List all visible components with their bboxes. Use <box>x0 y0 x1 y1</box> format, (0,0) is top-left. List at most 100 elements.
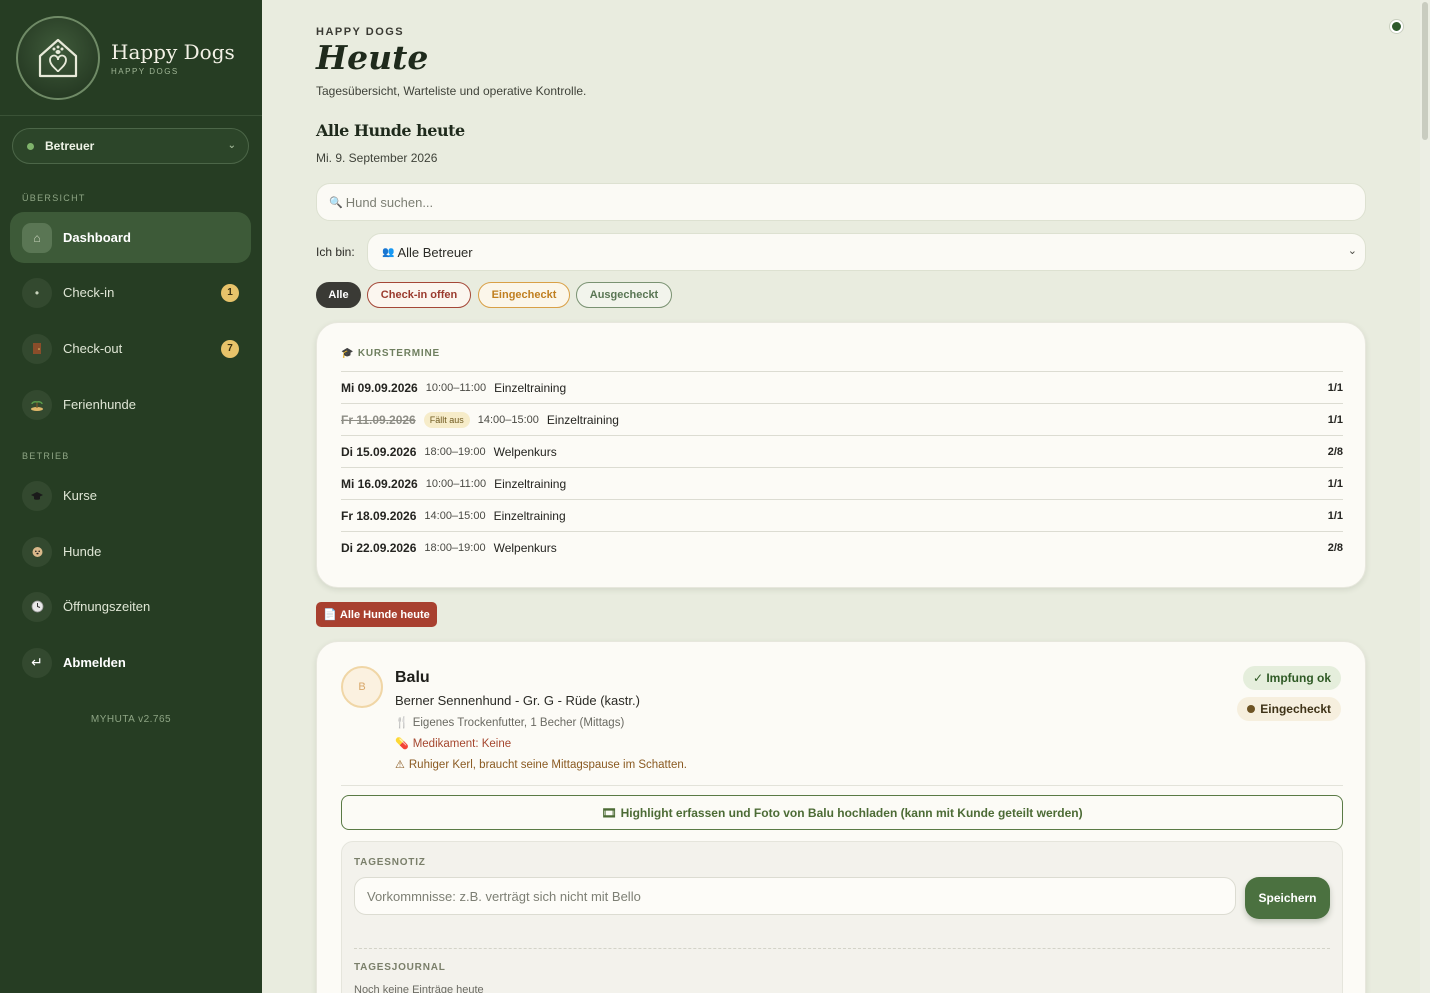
course-dates-heading: 🎓 KURSTERMINE <box>341 348 440 359</box>
page-subtitle: Tagesübersicht, Warteliste und operative… <box>316 84 587 98</box>
filter-chip-checked-in[interactable]: Eingecheckt <box>478 282 570 308</box>
scrollbar-thumb[interactable] <box>1422 2 1428 140</box>
save-button[interactable]: Speichern <box>1245 877 1330 919</box>
sidebar-item-ferienhunde[interactable]: Ferienhunde <box>10 379 251 430</box>
course-row[interactable]: Fr 11.09.2026 Fällt aus 14:00–15:00 Einz… <box>341 403 1343 435</box>
course-row[interactable]: Di 22.09.2026 18:00–19:00 Welpenkurs 2/8 <box>341 531 1343 563</box>
door-icon <box>22 333 52 364</box>
dog-search[interactable]: 🔍 <box>316 183 1366 221</box>
caretaker-filter-select[interactable]: 👥 Alle Betreuer ⌄ <box>367 233 1366 271</box>
all-dogs-today-button[interactable]: 📄 Alle Hunde heute <box>316 602 437 627</box>
scrollbar[interactable] <box>1420 0 1430 993</box>
brand-title: Happy Dogs <box>111 39 235 64</box>
sidebar-item-hunde[interactable]: Hunde <box>10 526 251 577</box>
document-icon: 📄 <box>323 609 337 621</box>
day-note-panel: TAGESNOTIZ Speichern TAGESJOURNAL Noch k… <box>341 841 1343 993</box>
course-time: 18:00–19:00 <box>424 445 486 458</box>
logo <box>16 15 100 100</box>
sidebar-item-oeffnungszeiten[interactable]: Öffnungszeiten <box>10 581 251 632</box>
current-date: Mi. 9. September 2026 <box>316 151 438 165</box>
course-row[interactable]: Mi 16.09.2026 10:00–11:00 Einzeltraining… <box>341 467 1343 499</box>
sidebar-item-label: Hunde <box>63 544 102 559</box>
dog-name: Balu <box>395 669 430 686</box>
highlight-upload-label: Highlight erfassen und Foto von Balu hoc… <box>620 805 1083 820</box>
food-info: 🍴 Eigenes Trockenfutter, 1 Becher (Mitta… <box>395 716 625 730</box>
home-icon: ⌂ <box>22 222 52 253</box>
course-date: Di 22.09.2026 <box>341 540 417 555</box>
course-time: 10:00–11:00 <box>425 477 487 490</box>
journal-empty-text: Noch keine Einträge heute <box>354 984 484 993</box>
cutlery-icon: 🍴 <box>395 717 409 729</box>
day-journal-label: TAGESJOURNAL <box>354 962 446 973</box>
sidebar-item-label: Ferienhunde <box>63 397 136 412</box>
dog-card: B Balu Berner Sennenhund - Gr. G - Rüde … <box>316 641 1366 993</box>
course-name: Welpenkurs <box>493 540 557 555</box>
avatar: B <box>341 666 383 708</box>
sidebar-item-label: Öffnungszeiten <box>63 599 151 614</box>
sidebar-item-label: Check-in <box>63 285 115 300</box>
status-badge: Eingecheckt <box>1237 697 1341 721</box>
course-count: 2/8 <box>1327 445 1343 458</box>
filter-chip-checkin-open[interactable]: Check-in offen <box>367 282 471 308</box>
clock-icon <box>22 591 52 622</box>
behavior-note: ⚠ Ruhiger Kerl, braucht seine Mittagspau… <box>395 758 687 772</box>
brand: Happy Dogs HAPPY DOGS <box>0 0 262 116</box>
island-icon <box>22 389 52 420</box>
status-dot-icon <box>1247 705 1256 713</box>
course-name: Einzeltraining <box>493 508 566 523</box>
course-row[interactable]: Fr 18.09.2026 14:00–15:00 Einzeltraining… <box>341 499 1343 531</box>
search-icon: 🔍 <box>329 196 343 209</box>
brand-subtitle: HAPPY DOGS <box>111 66 179 76</box>
course-time: 14:00–15:00 <box>477 413 539 426</box>
divider <box>354 948 1330 949</box>
version-label: MYHUTA v2.765 <box>90 714 172 725</box>
course-row[interactable]: Mi 09.09.2026 10:00–11:00 Einzeltraining… <box>341 371 1343 403</box>
sidebar-item-checkout[interactable]: Check-out 7 <box>10 323 251 374</box>
sidebar-item-checkin[interactable]: • Check-in 1 <box>10 267 251 318</box>
sidebar-item-label: Kurse <box>63 488 97 503</box>
dog-house-icon <box>38 38 78 77</box>
behavior-note-text: Ruhiger Kerl, braucht seine Mittagspause… <box>408 758 687 771</box>
medication-info: 💊 Medikament: Keine <box>395 737 511 751</box>
chevron-down-icon: ⌄ <box>227 140 236 151</box>
logout-icon: ↵ <box>22 647 52 678</box>
checkin-icon: • <box>22 277 52 308</box>
pill-icon: 💊 <box>395 738 409 750</box>
sidebar-item-kurse[interactable]: Kurse <box>10 470 251 521</box>
sidebar-item-dashboard[interactable]: ⌂ Dashboard <box>10 212 251 263</box>
sidebar-item-label: Abmelden <box>63 655 126 670</box>
sidebar-item-label: Dashboard <box>63 230 131 245</box>
film-icon: 🎞 <box>601 805 617 820</box>
course-count: 2/8 <box>1327 541 1343 554</box>
chevron-down-icon: ⌄ <box>1347 245 1357 257</box>
course-dates-heading-label: KURSTERMINE <box>357 348 440 359</box>
section-label-overview: ÜBERSICHT <box>22 193 86 203</box>
course-count: 1/1 <box>1327 381 1343 394</box>
day-note-field[interactable] <box>354 877 1236 915</box>
course-time: 10:00–11:00 <box>425 381 487 394</box>
sidebar-item-abmelden[interactable]: ↵ Abmelden <box>10 637 251 688</box>
sidebar-item-label: Check-out <box>63 341 123 356</box>
role-select[interactable]: Betreuer ⌄ <box>12 128 249 164</box>
dog-icon <box>22 536 52 567</box>
course-name: Einzeltraining <box>494 476 567 491</box>
food-text: Eigenes Trockenfutter, 1 Becher (Mittags… <box>412 716 625 729</box>
checkin-count-badge: 1 <box>221 283 239 302</box>
filter-chip-checked-out[interactable]: Ausgecheckt <box>576 282 672 308</box>
filter-chip-all[interactable]: Alle <box>316 282 361 308</box>
highlight-upload-button[interactable]: 🎞 Highlight erfassen und Foto von Balu h… <box>341 795 1343 830</box>
day-note-input[interactable] <box>367 888 1227 904</box>
main-content: HAPPY DOGS Heute Tagesübersicht, Warteli… <box>262 0 1430 993</box>
search-input[interactable] <box>345 194 1326 210</box>
course-name: Welpenkurs <box>493 444 557 459</box>
checkout-count-badge: 7 <box>221 339 239 358</box>
course-date: Di 15.09.2026 <box>341 444 417 459</box>
course-date: Mi 09.09.2026 <box>341 380 418 395</box>
caretaker-filter-value: Alle Betreuer <box>397 244 473 260</box>
course-dates-card: 🎓 KURSTERMINE Mi 09.09.2026 10:00–11:00 … <box>316 322 1366 588</box>
connection-status-icon <box>1390 20 1403 33</box>
all-dogs-today-label: Alle Hunde heute <box>339 608 430 621</box>
course-row[interactable]: Di 15.09.2026 18:00–19:00 Welpenkurs 2/8 <box>341 435 1343 467</box>
caretaker-filter-label: Ich bin: <box>316 245 355 259</box>
course-count: 1/1 <box>1327 413 1343 426</box>
